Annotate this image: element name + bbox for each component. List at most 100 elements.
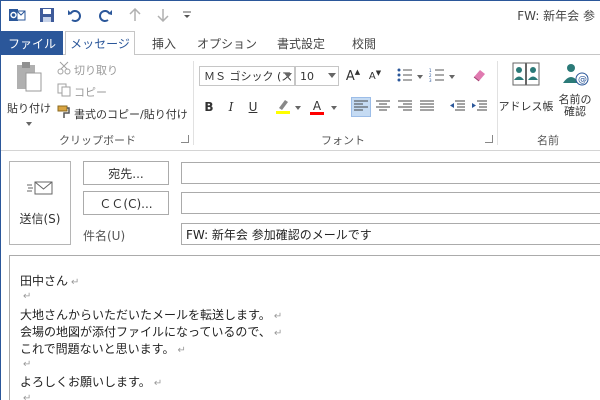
tab-message[interactable]: メッセージ — [65, 31, 135, 56]
tab-format-text[interactable]: 書式設定 — [267, 31, 335, 55]
font-size-value: 10 — [300, 69, 314, 83]
svg-text:3: 3 — [429, 78, 432, 82]
outlook-app-icon[interactable] — [7, 5, 27, 25]
body-line: 田中さん ↵ — [20, 274, 80, 288]
align-center-button[interactable] — [373, 97, 393, 117]
align-right-icon — [398, 100, 412, 115]
paste-icon — [14, 61, 44, 96]
decrease-indent-button[interactable] — [447, 97, 467, 117]
shrink-font-button[interactable]: A ▼ — [365, 66, 385, 86]
tab-insert[interactable]: 挿入 — [141, 31, 187, 55]
font-size-combo[interactable]: 10 — [295, 66, 339, 86]
tab-options[interactable]: オプション — [193, 31, 261, 55]
grow-font-button[interactable]: A ▲ — [343, 66, 363, 86]
send-button[interactable]: 送信(S) — [9, 161, 71, 245]
body-line: ↵ — [20, 390, 31, 400]
font-color-button[interactable]: A — [307, 97, 327, 117]
font-name-combo[interactable]: ＭＳ ゴシック (ス — [199, 66, 295, 86]
underline-button[interactable]: U — [243, 97, 263, 117]
cc-button[interactable]: ＣＣ(C)... — [83, 191, 169, 215]
check-names-button[interactable]: @ 名前の 確認 — [553, 61, 597, 118]
scissors-icon — [57, 61, 71, 78]
paragraph-mark-icon: ↵ — [273, 311, 283, 322]
paste-dropdown-icon[interactable] — [26, 122, 32, 126]
bullets-icon — [397, 68, 413, 85]
names-group-label: 名前 — [537, 134, 559, 147]
customize-qat-icon[interactable] — [177, 5, 197, 25]
paragraph-mark-icon: ↵ — [177, 345, 186, 356]
font-color-swatch — [310, 111, 324, 115]
outlook-compose-window: FW: 新年会 参 ファイル メッセージ 挿入 オプション 書式設定 校閲 貼り… — [0, 0, 600, 400]
numbering-button[interactable]: 123 — [427, 66, 447, 86]
increase-indent-button[interactable] — [469, 97, 489, 117]
align-center-icon — [376, 100, 390, 115]
bullets-button[interactable] — [395, 66, 415, 86]
body-line: これで問題ないと思います。 ↵ — [20, 342, 186, 356]
eraser-icon — [471, 68, 487, 85]
paragraph-mark-icon: ↵ — [153, 378, 163, 389]
undo-icon[interactable] — [65, 5, 85, 25]
save-icon[interactable] — [37, 5, 57, 25]
tab-file[interactable]: ファイル — [1, 31, 63, 55]
copy-label: コピー — [74, 85, 107, 99]
paragraph-mark-icon: ↵ — [23, 291, 32, 302]
subject-field[interactable]: FW: 新年会 参加確認のメールです — [181, 223, 600, 245]
clear-formatting-button[interactable] — [469, 66, 489, 86]
highlight-dropdown-icon[interactable] — [295, 106, 301, 110]
address-book-button[interactable]: アドレス帳 — [498, 61, 554, 114]
align-right-button[interactable] — [395, 97, 415, 117]
increase-indent-icon — [471, 100, 487, 115]
format-painter-button[interactable]: 書式のコピー/貼り付け — [57, 105, 188, 122]
highlighter-icon — [275, 98, 291, 117]
cut-button[interactable]: 切り取り — [57, 61, 118, 78]
send-label: 送信(S) — [19, 212, 61, 226]
address-book-label: アドレス帳 — [498, 100, 554, 113]
copy-button[interactable]: コピー — [57, 83, 107, 100]
numbering-icon: 123 — [429, 68, 445, 85]
numbering-dropdown-icon[interactable] — [449, 75, 455, 79]
tab-review[interactable]: 校閲 — [341, 31, 387, 55]
justify-button[interactable] — [417, 97, 437, 117]
body-line: 会場の地図が添付ファイルになっているので、 ↵ — [20, 325, 283, 339]
address-book-icon — [511, 61, 541, 92]
message-body[interactable]: 田中さん ↵ ↵ 大地さんからいただいたメールを転送します。 ↵ 会場の地図が添付フ… — [9, 255, 600, 400]
ribbon: 貼り付け 切り取り コピー 書式のコピー/貼り付け クリップボード ＭＳ ゴシッ… — [1, 55, 600, 151]
font-color-icon: A — [312, 98, 322, 113]
body-line: ↵ — [20, 356, 31, 370]
chevron-down-icon — [328, 73, 336, 78]
send-envelope-icon — [26, 179, 54, 200]
font-group-label: フォント — [321, 134, 365, 147]
cut-label: 切り取り — [74, 63, 118, 77]
paragraph-mark-icon: ↵ — [71, 277, 80, 288]
bold-button[interactable]: B — [199, 97, 219, 117]
check-names-label-2: 確認 — [564, 105, 586, 118]
clipboard-dialog-launcher-icon[interactable] — [181, 135, 189, 143]
paste-label: 貼り付け — [7, 102, 51, 115]
align-left-button[interactable] — [351, 97, 371, 117]
window-title: FW: 新年会 参 — [517, 9, 595, 23]
redo-icon[interactable] — [95, 5, 115, 25]
font-dialog-launcher-icon[interactable] — [485, 135, 493, 143]
align-left-icon — [354, 100, 368, 115]
group-separator — [193, 61, 194, 145]
up-arrow-icon[interactable] — [125, 5, 145, 25]
chevron-down-icon — [284, 73, 292, 78]
paste-button[interactable]: 貼り付け — [7, 61, 51, 126]
grow-font-icon: A — [345, 68, 355, 84]
italic-button[interactable]: I — [221, 97, 241, 117]
check-names-icon: @ — [560, 61, 590, 92]
body-line: よろしくお願いします。 ↵ — [20, 375, 163, 389]
justify-icon — [420, 100, 434, 115]
bullets-dropdown-icon[interactable] — [417, 75, 423, 79]
down-arrow-icon[interactable] — [153, 5, 173, 25]
font-color-dropdown-icon[interactable] — [331, 106, 337, 110]
body-line: ↵ — [20, 288, 31, 302]
shrink-font-icon: A — [368, 70, 376, 82]
cc-field[interactable] — [181, 192, 600, 214]
to-field[interactable] — [181, 162, 600, 184]
format-painter-label: 書式のコピー/貼り付け — [74, 107, 188, 121]
paragraph-mark-icon: ↵ — [23, 359, 32, 370]
clipboard-group-label: クリップボード — [59, 134, 136, 147]
to-button[interactable]: 宛先... — [83, 161, 169, 185]
highlight-button[interactable] — [273, 97, 293, 117]
